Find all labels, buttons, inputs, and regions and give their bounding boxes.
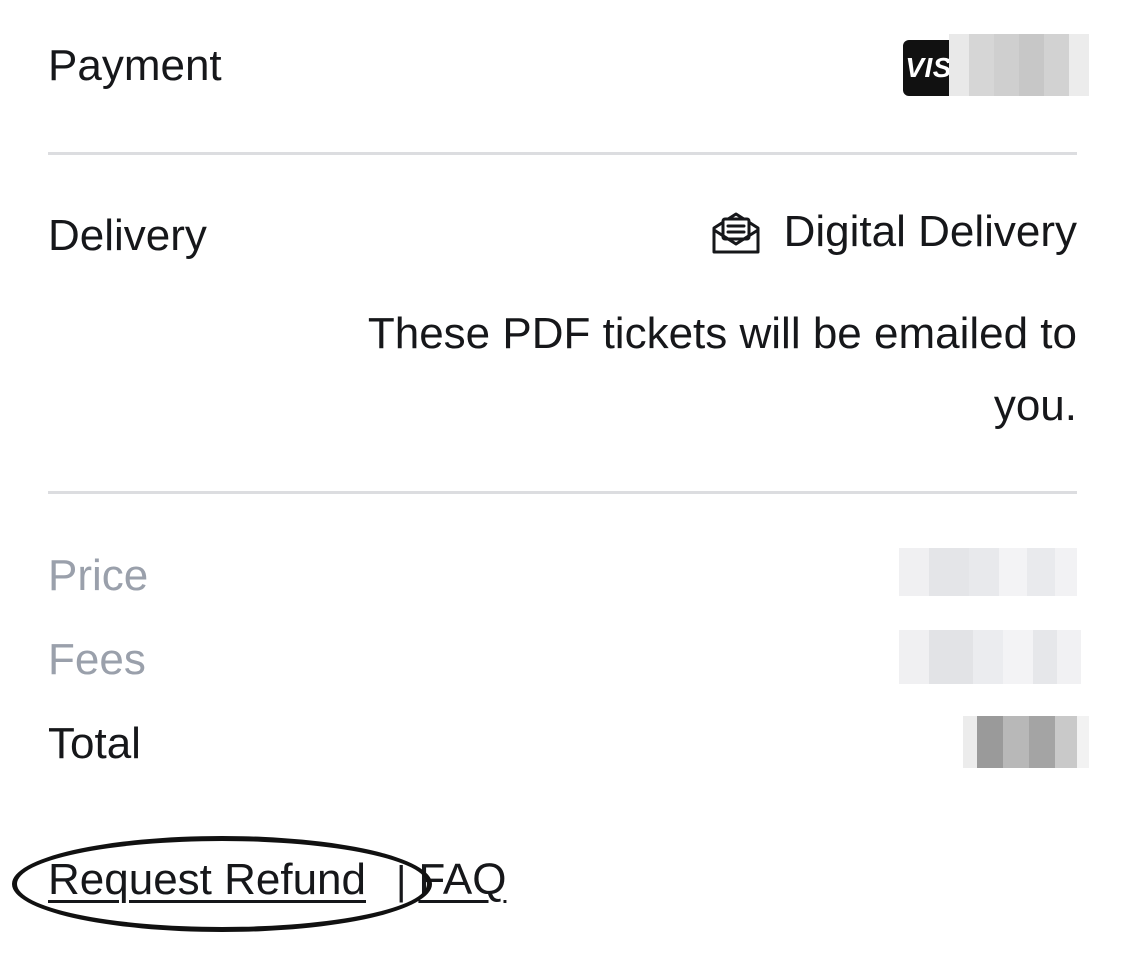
total-label: Total — [48, 719, 141, 768]
redacted-fees — [899, 630, 1081, 684]
request-refund-link[interactable]: Request Refund — [48, 858, 366, 902]
faq-link[interactable]: FAQ — [418, 858, 506, 902]
envelope-open-icon — [712, 212, 760, 254]
payment-label: Payment — [48, 41, 222, 90]
divider-1 — [48, 152, 1077, 155]
price-label: Price — [48, 551, 149, 600]
redacted-card-number — [949, 34, 1089, 96]
delivery-method-text: Digital Delivery — [783, 207, 1077, 256]
redacted-price — [899, 548, 1077, 596]
link-separator: | — [396, 859, 407, 903]
divider-2 — [48, 491, 1077, 494]
fees-label: Fees — [48, 635, 146, 684]
delivery-method: Digital Delivery — [710, 208, 1077, 256]
footer-links: Request Refund | FAQ — [48, 858, 506, 902]
redacted-total — [963, 716, 1089, 768]
delivery-note: These PDF tickets will be emailed to you… — [367, 309, 1077, 430]
delivery-label: Delivery — [48, 211, 207, 260]
